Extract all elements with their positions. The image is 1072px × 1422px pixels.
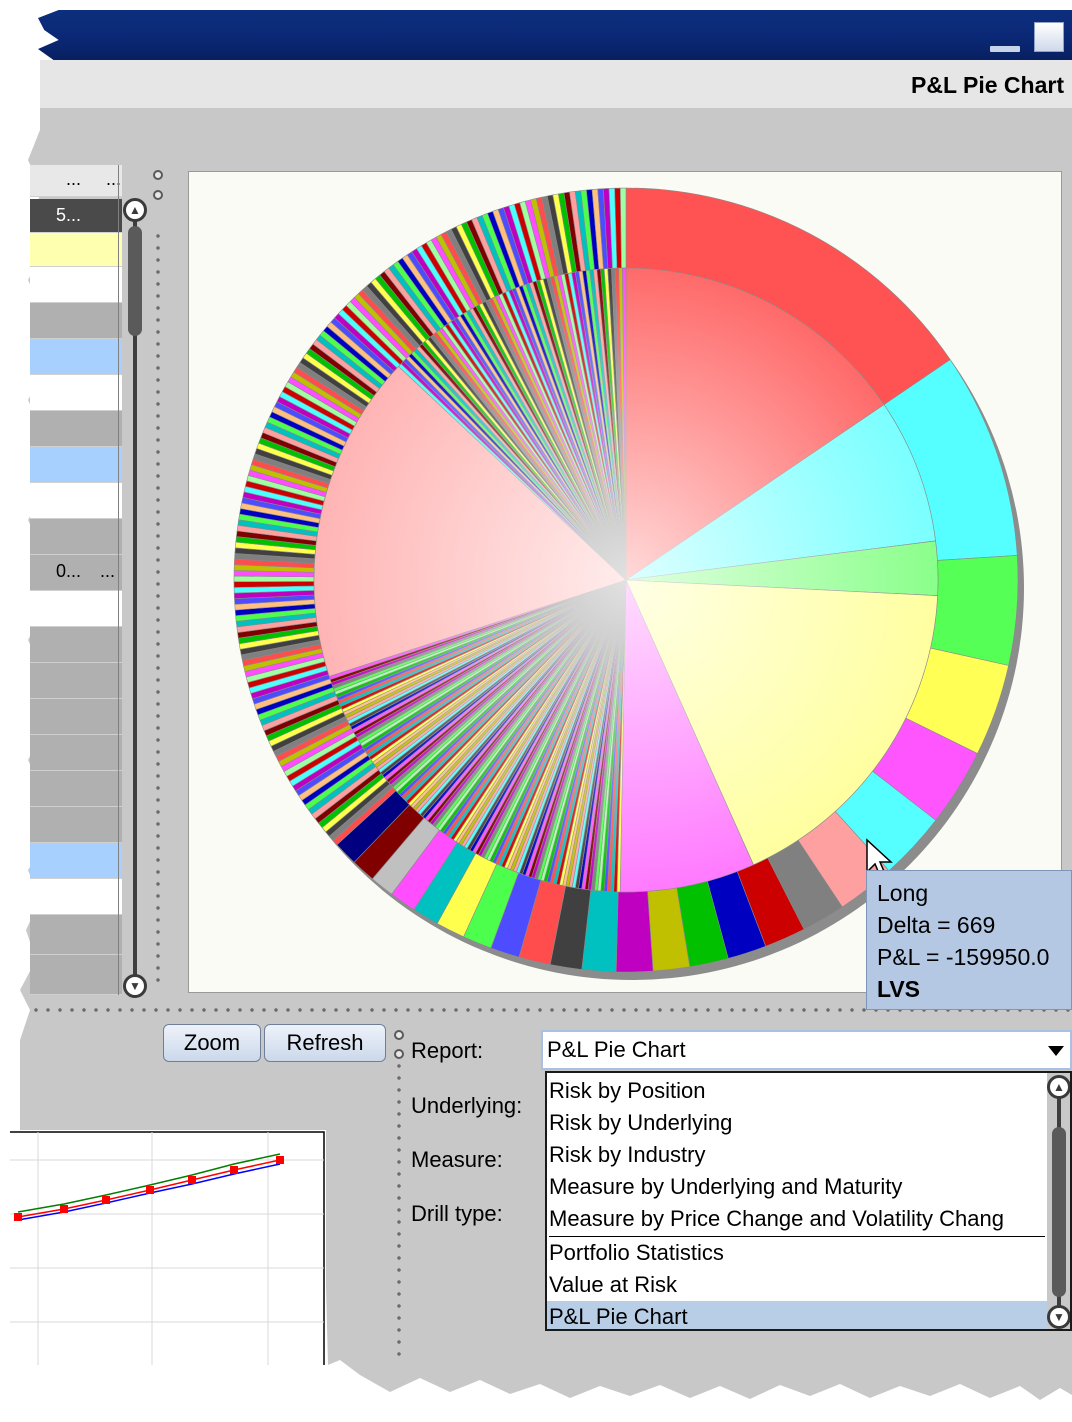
refresh-button[interactable]: Refresh xyxy=(264,1024,386,1062)
splitter-knob-icon[interactable] xyxy=(394,1049,404,1059)
tooltip-delta: Delta = 669 xyxy=(877,912,996,938)
vertical-splitter[interactable] xyxy=(156,230,160,990)
mini-data-point xyxy=(102,1196,110,1204)
report-dropdown-list[interactable]: Risk by Position Risk by Underlying Risk… xyxy=(545,1071,1072,1331)
table-row[interactable] xyxy=(30,807,122,843)
tooltip-symbol: LVS xyxy=(877,976,921,1002)
dropdown-item[interactable]: Value at Risk xyxy=(547,1269,1047,1301)
table-row[interactable] xyxy=(30,843,122,879)
table-row[interactable] xyxy=(30,627,122,663)
table-row[interactable] xyxy=(30,267,122,303)
pie-outer-slice[interactable] xyxy=(615,890,654,973)
page-title: P&L Pie Chart xyxy=(911,72,1064,98)
dropdown-item-selected[interactable]: P&L Pie Chart xyxy=(547,1301,1047,1329)
splitter-knob-icon[interactable] xyxy=(153,190,163,200)
table-row[interactable] xyxy=(30,591,122,627)
table-row[interactable] xyxy=(30,663,122,699)
pl-pie-chart[interactable] xyxy=(189,172,1061,992)
scroll-thumb[interactable] xyxy=(128,226,142,336)
mini-data-point xyxy=(230,1166,238,1174)
underlying-label: Underlying: xyxy=(411,1093,523,1118)
measure-label: Measure: xyxy=(411,1147,503,1172)
table-row[interactable] xyxy=(30,375,122,411)
splitter-knob-icon[interactable] xyxy=(394,1030,404,1040)
table-row[interactable] xyxy=(30,735,122,771)
splitter-knob-icon[interactable] xyxy=(153,170,163,180)
report-select[interactable]: P&L Pie Chart xyxy=(541,1030,1072,1070)
table-row[interactable] xyxy=(30,483,122,519)
dropdown-item[interactable]: Measure by Price Change and Volatility C… xyxy=(547,1203,1047,1235)
dropdown-item[interactable]: Measure by Underlying and Maturity xyxy=(547,1171,1047,1203)
dropdown-scrollbar[interactable]: ▲ ▼ xyxy=(1047,1073,1070,1329)
table-row[interactable] xyxy=(30,233,122,267)
grid-scrollbar[interactable]: ▲ ▼ xyxy=(122,198,148,998)
table-row[interactable] xyxy=(30,447,122,483)
mini-data-point xyxy=(14,1213,22,1221)
grid-header-row: ... ... xyxy=(30,165,122,197)
table-row[interactable]: 0... ... xyxy=(30,555,122,591)
pie-gloss xyxy=(314,268,938,892)
table-row[interactable] xyxy=(30,955,122,995)
scroll-down-icon[interactable]: ▼ xyxy=(1047,1305,1070,1329)
dropdown-item[interactable]: Risk by Underlying xyxy=(547,1107,1047,1139)
table-row[interactable] xyxy=(30,303,122,339)
report-select-value: P&L Pie Chart xyxy=(547,1037,686,1062)
chevron-down-icon[interactable] xyxy=(1048,1046,1064,1056)
dropdown-item[interactable]: Risk by Industry xyxy=(547,1139,1047,1171)
maximize-icon[interactable] xyxy=(1034,22,1064,52)
grid-header-cell: ... xyxy=(66,169,82,189)
form-splitter[interactable] xyxy=(397,1060,401,1360)
scroll-up-icon[interactable]: ▲ xyxy=(123,198,147,222)
chart-tooltip: Long Delta = 669 P&L = -159950.0 LVS xyxy=(866,870,1072,1010)
panel-header: P&L Pie Chart xyxy=(40,60,1072,108)
mini-chart-bg xyxy=(10,1130,326,1365)
mini-data-point xyxy=(276,1156,284,1164)
dropdown-item[interactable]: Risk by Position xyxy=(547,1075,1047,1107)
drill-type-label: Drill type: xyxy=(411,1201,503,1226)
table-row[interactable] xyxy=(30,771,122,807)
mini-data-point xyxy=(60,1205,68,1213)
grid-cell: 5... xyxy=(56,205,82,225)
scroll-down-icon[interactable]: ▼ xyxy=(123,974,147,998)
report-label: Report: xyxy=(411,1038,484,1063)
table-row-selected[interactable]: 5... xyxy=(30,199,122,233)
table-row[interactable] xyxy=(30,915,122,955)
portfolio-grid[interactable]: ... ... 5... 0... ... xyxy=(30,165,122,995)
grid-cell: ... xyxy=(100,561,116,581)
table-row[interactable] xyxy=(30,699,122,735)
scroll-thumb[interactable] xyxy=(1052,1127,1066,1297)
pie-outer-slice[interactable] xyxy=(620,187,627,269)
tooltip-pnl: P&L = -159950.0 xyxy=(877,944,1050,970)
zoom-button[interactable]: Zoom xyxy=(163,1024,261,1062)
tooltip-label: Long xyxy=(877,880,929,906)
pie-outer-slice[interactable] xyxy=(930,555,1019,666)
column-divider xyxy=(118,165,119,995)
dropdown-item[interactable]: Portfolio Statistics xyxy=(547,1237,1047,1269)
minimize-icon[interactable] xyxy=(990,46,1020,52)
scroll-up-icon[interactable]: ▲ xyxy=(1047,1075,1070,1099)
mini-line-chart xyxy=(10,1130,326,1365)
table-row[interactable] xyxy=(30,879,122,915)
mini-data-point xyxy=(146,1186,154,1194)
mini-data-point xyxy=(188,1176,196,1184)
grid-cell: 0... xyxy=(56,561,82,581)
table-row[interactable] xyxy=(30,339,122,375)
table-row[interactable] xyxy=(30,411,122,447)
table-row[interactable] xyxy=(30,519,122,555)
window-titlebar xyxy=(38,10,1072,60)
